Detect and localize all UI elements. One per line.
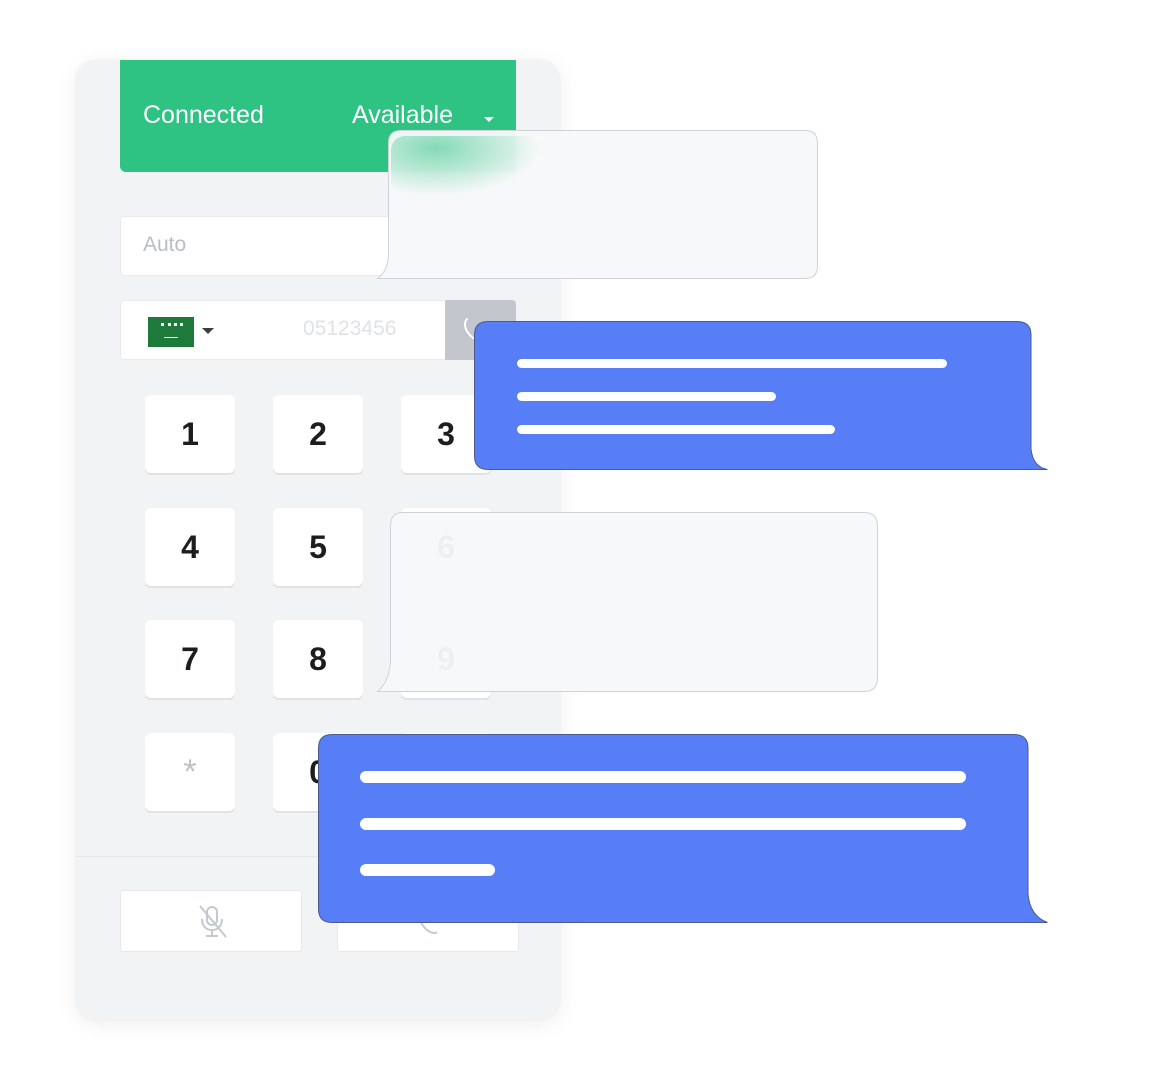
saudi-arabia-flag-icon[interactable] [148,317,194,347]
bubble-glow [391,136,541,196]
key-7[interactable]: 7 [145,620,235,698]
caret-down-icon[interactable] [484,117,494,122]
mute-button[interactable] [120,890,302,952]
key-1[interactable]: 1 [145,395,235,473]
chat-bubble-outgoing [318,734,1048,924]
key-4[interactable]: 4 [145,508,235,586]
connection-status: Connected [143,101,264,129]
message-line [360,864,495,876]
country-dropdown-caret-icon[interactable] [202,328,214,334]
microphone-off-icon [199,905,227,938]
key-8[interactable]: 8 [273,620,363,698]
message-line [360,818,966,830]
message-line [517,425,835,434]
key-2[interactable]: 2 [273,395,363,473]
chat-bubble-incoming [376,512,878,692]
message-line [360,771,966,783]
availability-dropdown[interactable]: Available [352,101,453,130]
key-star[interactable]: * [145,733,235,811]
message-line [517,359,947,368]
chat-bubble-incoming [375,130,818,280]
chat-bubble-outgoing [474,321,1048,471]
key-5[interactable]: 5 [273,508,363,586]
phone-number-input[interactable]: 05123456 [303,317,396,341]
message-line [517,392,776,401]
